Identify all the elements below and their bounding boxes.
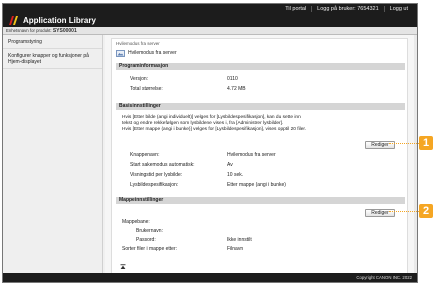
portal-link[interactable]: Til portal (280, 6, 311, 12)
program-info-heading: Programinformasjon (116, 63, 405, 70)
settings-page: Hvilemodus fra server Hvilemodus fra ser… (111, 38, 408, 274)
header-links: Til portal Logg på bruker: 7654321 Logg … (280, 5, 413, 13)
sort-files-label: Sorter filer i mappe etter: (122, 246, 178, 252)
sort-files-value: Filnavn (227, 246, 244, 252)
folder-path-label: Mappebane: (122, 219, 150, 225)
display-time-label: Visningstid per lysbilde: (130, 172, 183, 178)
slideshow-icon (116, 49, 125, 57)
device-name-label: Enhetsnavn for produkt: (6, 28, 53, 33)
password-value: Ikke innstilt (227, 237, 252, 243)
version-label: Versjon: (130, 76, 149, 82)
header-bar: Til portal Logg på bruker: 7654321 Logg … (3, 4, 417, 27)
auto-start-value: Av (227, 162, 233, 168)
logout-link[interactable]: Logg ut (383, 6, 413, 12)
auto-start-label: Start sakemodus automatisk: (130, 162, 195, 168)
device-status-bar: Enhetsnavn for produkt: SYS00001 (3, 27, 417, 35)
app-logo-icon (9, 16, 18, 25)
slide-spec-label: Lysbildespesifikasjon: (130, 182, 179, 188)
slide-spec-value: Etter mappe (angi i bunke) (227, 182, 286, 188)
browser-frame: Til portal Logg på bruker: 7654321 Logg … (2, 3, 418, 283)
display-time-value: 10 sek. (227, 172, 244, 178)
logged-in-user: Logg på bruker: 7654321 (311, 6, 383, 12)
page-title-text: Hvilemodus fra server (128, 50, 177, 56)
device-name: SYS00001 (52, 28, 77, 34)
sidebar-item-configure-home-buttons[interactable]: Konfigurer knapper og funksjoner på Hjem… (3, 49, 102, 69)
callout-1-badge: 1 (419, 136, 433, 150)
footer: Copyright CANON INC. 2022 (3, 273, 417, 282)
folder-settings-heading: Mappeinnstillinger (116, 197, 405, 204)
main-content: Hvilemodus fra server Hvilemodus fra ser… (105, 35, 417, 274)
username-label: Brukernavn: (136, 228, 163, 234)
password-label: Passord: (136, 237, 156, 243)
button-name-value: Hvilemodus fra server (227, 152, 276, 158)
sidebar-item-program-management[interactable]: Programstyring (3, 35, 102, 49)
total-size-value: 4.72 MB (227, 86, 246, 92)
app-title: Application Library (23, 16, 96, 25)
scrollbar[interactable] (414, 35, 417, 273)
page-title: Hvilemodus fra server (116, 49, 177, 57)
button-name-label: Knappenavn: (130, 152, 160, 158)
back-to-top-icon[interactable] (120, 264, 126, 270)
basic-settings-heading: Basisinnstillinger (116, 103, 405, 110)
total-size-label: Total størrelse: (130, 86, 163, 92)
breadcrumb[interactable]: Hvilemodus fra server (116, 41, 160, 46)
sidebar: Programstyring Konfigurer knapper og fun… (3, 35, 103, 273)
callout-1-leader (389, 143, 419, 144)
basic-settings-description-line-3: Hvis [Etter mappe (angi i bunke)] velges… (122, 127, 307, 132)
callout-2-leader (389, 211, 419, 212)
version-value: 0110 (227, 76, 238, 82)
callout-2-badge: 2 (419, 204, 433, 218)
